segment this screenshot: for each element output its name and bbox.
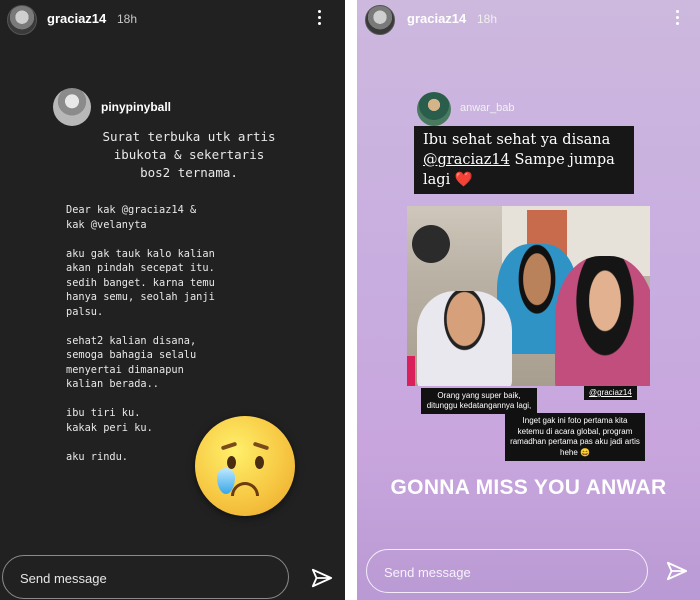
username[interactable]: graciaz14 [47,11,106,26]
username[interactable]: graciaz14 [407,11,466,26]
heart-icon: ❤️ [454,172,473,188]
send-message-placeholder: Send message [20,571,107,586]
note-text: Ibu sehat sehat ya disana @graciaz14 Sam… [423,130,628,190]
note-part1: Ibu sehat sehat ya disana [423,132,611,148]
send-icon[interactable] [311,567,333,589]
headline-text: GONNA MISS YOU ANWAR [390,476,667,499]
timestamp: 18h [117,12,138,26]
post-avatar [417,92,451,126]
right-story: graciaz14 18h anwar_bab Ibu sehat sehat … [357,0,700,600]
story-header: graciaz14 18h [0,0,345,38]
timestamp: 18h [477,12,498,26]
group-photo [407,206,650,386]
story-header: graciaz14 18h [357,0,700,38]
post-username: anwar_bab [460,102,515,114]
avatar[interactable] [7,5,37,35]
send-message-input[interactable]: Send message [2,555,289,599]
note-box: Ibu sehat sehat ya disana @graciaz14 Sam… [414,126,634,194]
more-vert-icon[interactable] [315,10,323,28]
photo-caption: Orang yang super baik, ditunggu kedatang… [421,388,537,414]
letter-title: Surat terbuka utk artis ibukota & sekert… [102,129,276,180]
post-avatar [53,88,91,126]
post-username: pinypinyball [101,100,172,114]
send-message-placeholder: Send message [384,565,471,580]
avatar[interactable] [365,5,395,35]
crying-face-emoji-icon [195,416,295,516]
photo-mention-tag[interactable]: @graciaz14 [584,386,637,400]
more-vert-icon[interactable] [673,10,681,28]
memory-text: Inget gak ini foto pertama kita ketemu d… [505,413,645,461]
send-message-input[interactable]: Send message [366,549,648,593]
note-mention[interactable]: @graciaz14 [423,152,510,168]
left-story: graciaz14 18h pinypinyball Surat terbuka… [0,0,345,600]
send-icon[interactable] [666,560,688,582]
